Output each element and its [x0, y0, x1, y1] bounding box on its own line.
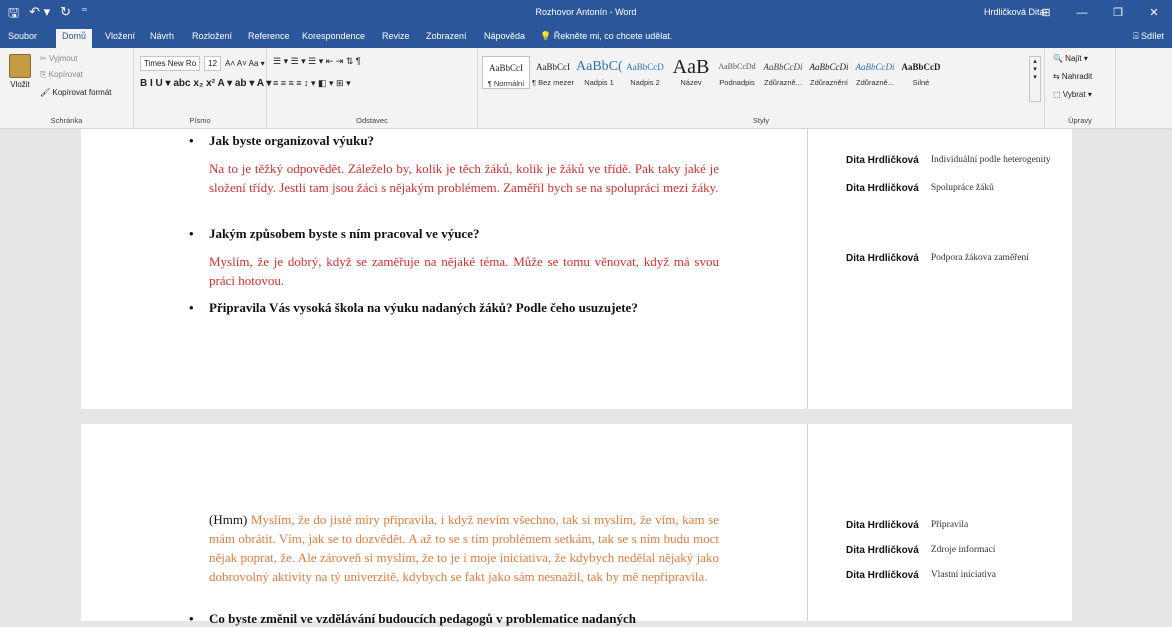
group-label: Písmo [189, 116, 211, 125]
comment[interactable]: Dita Hrdličková Vlastní iniciativa [846, 570, 996, 581]
tab-help[interactable]: Nápověda [484, 31, 525, 41]
answer-paragraph: Myslím, že je dobrý, když se zaměřuje na… [209, 254, 719, 288]
tab-insert[interactable]: Vložení [105, 31, 135, 41]
paste-button[interactable]: Vložit [6, 54, 34, 89]
select-button[interactable]: ⬚ Vybrat ▾ [1053, 90, 1092, 99]
comment[interactable]: Dita Hrdličková Spolupráce žáků [846, 183, 994, 194]
styles-gallery: AaBbCcI ¶ Normální AaBbCcI ¶ Bez mezer AaB… [482, 56, 944, 89]
styles-group: AaBbCcI ¶ Normální AaBbCcI ¶ Bez mezer AaB… [478, 48, 1045, 128]
font-format-tools[interactable]: B I U ▾ abc x₂ x² A ▾ ab ▾ A ▾ [140, 78, 271, 89]
style-normal[interactable]: AaBbCcI ¶ Normální [482, 56, 530, 89]
style-heading-2[interactable]: AaBbCcD Nadpis 2 [622, 56, 668, 89]
style-title[interactable]: AaB Název [668, 56, 714, 89]
answer-paragraph: Na to je těžký odpovědět. Záleželo by, k… [209, 161, 719, 195]
paragraph-group: ☰ ▾ ☰ ▾ ☰ ▾ ⇤ ⇥ ⇅ ¶ ≡ ≡ ≡ ≡ ↕ ▾ ◧ ▾ ⊞ ▾ … [267, 48, 478, 128]
style-emphasis[interactable]: AaBbCcDi Zdůraznění [806, 56, 852, 89]
question-heading: • Jakým způsobem byste s ním pracoval ve … [189, 226, 480, 241]
paste-label: Vložit [10, 80, 30, 89]
comment[interactable]: Dita Hrdličková Zdroje informací [846, 545, 995, 556]
title-bar: 🖫 ↶ ▾ ↻ ⁼ Rozhovor Antonín - Word Hrdlič… [0, 0, 1172, 26]
group-label: Odstavec [356, 116, 388, 125]
share-button[interactable]: ⍓ Sdílet [1133, 31, 1164, 42]
style-no-spacing[interactable]: AaBbCcI ¶ Bez mezer [530, 56, 576, 89]
question-heading: • Jak byste organizoval výuku? [189, 133, 375, 148]
minimize-button[interactable]: — [1064, 0, 1100, 26]
tab-view[interactable]: Zobrazení [426, 31, 467, 41]
format-painter-button[interactable]: 🖌 Kopírovat formát [40, 88, 112, 97]
redo-icon[interactable]: ↻ [60, 4, 71, 26]
font-size-tools[interactable]: A˄ A˅ Aa ▾ [225, 59, 265, 68]
document-page[interactable]: • Jak byste organizoval výuku? Na to je t… [81, 129, 807, 409]
tab-mailings[interactable]: Korespondence [302, 31, 365, 41]
tell-me-search[interactable]: 💡 Řekněte mi, co chcete udělat. [540, 31, 672, 42]
comments-pane: Dita Hrdličková Připravila Dita Hrdličkov… [807, 424, 1072, 621]
cut-button[interactable]: ✂ Vyjmout [40, 54, 78, 63]
question-heading: • Co byste změnil ve vzdělávání budoucích… [189, 611, 636, 626]
tab-design[interactable]: Návrh [150, 31, 174, 41]
quick-access-toolbar: 🖫 ↶ ▾ ↻ ⁼ [8, 4, 88, 26]
tab-references[interactable]: Reference [248, 31, 290, 41]
font-group: Times New Ro 12 A˄ A˅ Aa ▾ B I U ▾ abc x… [134, 48, 271, 128]
style-intense-emphasis[interactable]: AaBbCcDi Zdůrazně... [852, 56, 898, 89]
group-label: Úpravy [1068, 116, 1092, 125]
customize-qat-icon[interactable]: ⁼ [81, 4, 88, 26]
copy-button[interactable]: ⎘ Kopírovat [40, 70, 83, 80]
find-button[interactable]: 🔍 Najít ▾ [1053, 54, 1088, 63]
comment[interactable]: Dita Hrdličková Připravila [846, 520, 968, 531]
ribbon-display-options-icon[interactable]: ⊞ [1028, 0, 1064, 26]
style-strong[interactable]: AaBbCcD Silné [898, 56, 944, 89]
tab-file[interactable]: Soubor [8, 31, 37, 41]
tab-review[interactable]: Revize [382, 31, 410, 41]
comments-pane: Dita Hrdličková Individuální podle hetero… [807, 129, 1072, 409]
paragraph-tools-row1[interactable]: ☰ ▾ ☰ ▾ ☰ ▾ ⇤ ⇥ ⇅ ¶ [273, 56, 361, 67]
style-subtle-emphasis[interactable]: AaBbCcDi Zdůrazně... [760, 56, 806, 89]
answer-paragraph: (Hmm) Myslím, že do jisté míry připravil… [209, 512, 719, 584]
style-heading-1[interactable]: AaBbC(Nadpis 1 [576, 56, 622, 89]
group-label: Schránka [50, 116, 83, 125]
font-size-select[interactable]: 12 [204, 56, 222, 71]
close-button[interactable]: ✕ [1136, 0, 1172, 26]
undo-icon[interactable]: ↶ ▾ [29, 4, 50, 26]
question-heading: • Připravila Vás vysoká škola na výuku na… [189, 300, 638, 315]
editing-group: 🔍 Najít ▾ ⇆ Nahradit ⬚ Vybrat ▾ Úpravy [1045, 48, 1116, 128]
font-name-select[interactable]: Times New Ro [140, 56, 201, 71]
styles-more-button[interactable]: ▴ ▾ ▾ [1029, 56, 1041, 102]
group-label: Styly [752, 116, 770, 125]
ribbon-tabs: Soubor Domů Vložení Návrh Rozložení Refe… [0, 26, 1172, 48]
restore-button[interactable]: ❐ [1100, 0, 1136, 26]
ribbon-home: Vložit ✂ Vyjmout ⎘ Kopírovat 🖌 Kopírovat… [0, 48, 1172, 129]
comment[interactable]: Dita Hrdličková Individuální podle hetero… [846, 155, 1051, 166]
tab-layout[interactable]: Rozložení [192, 31, 232, 41]
comment[interactable]: Dita Hrdličková Podpora žákova zaměření [846, 253, 1029, 264]
clipboard-icon [9, 54, 31, 78]
document-page[interactable]: (Hmm) Myslím, že do jisté míry připravil… [81, 424, 807, 626]
save-icon[interactable]: 🖫 [8, 4, 19, 26]
replace-button[interactable]: ⇆ Nahradit [1053, 72, 1092, 81]
tab-home[interactable]: Domů [56, 29, 93, 48]
clipboard-group: Vložit ✂ Vyjmout ⎘ Kopírovat 🖌 Kopírovat… [0, 48, 134, 128]
paragraph-tools-row2[interactable]: ≡ ≡ ≡ ≡ ↕ ▾ ◧ ▾ ⊞ ▾ [273, 78, 351, 89]
style-subtitle[interactable]: AaBbCcDd Podnadpis [714, 56, 760, 89]
